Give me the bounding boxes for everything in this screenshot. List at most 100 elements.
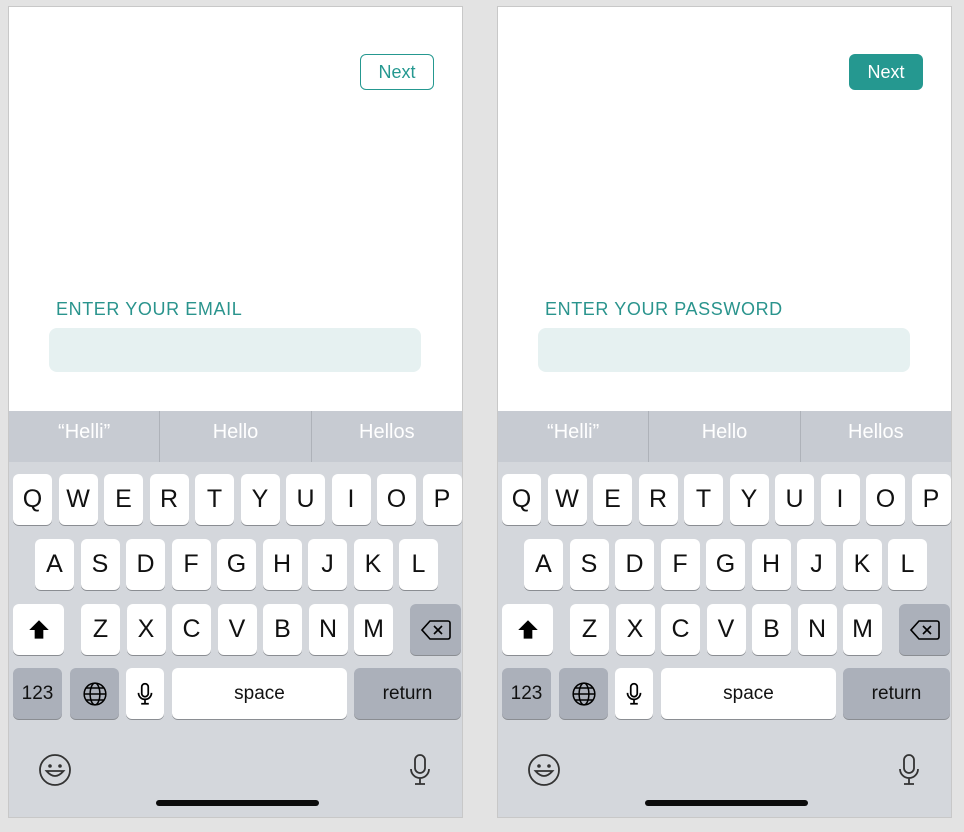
phone-screen-email: Next ENTER YOUR EMAIL “Helli” Hello Hellos Q W… xyxy=(8,6,463,818)
suggestion-item[interactable]: “Helli” xyxy=(9,411,159,462)
key-r[interactable]: R xyxy=(638,474,678,525)
return-key[interactable]: return xyxy=(843,668,950,719)
key-o[interactable]: O xyxy=(377,474,416,525)
microphone-icon xyxy=(132,681,158,707)
key-s[interactable]: S xyxy=(80,539,120,590)
field-label: ENTER YOUR EMAIL xyxy=(56,299,243,319)
key-r[interactable]: R xyxy=(149,474,189,525)
key-g[interactable]: G xyxy=(706,539,745,590)
key-p[interactable]: P xyxy=(911,474,951,525)
field-label: ENTER YOUR PASSWORD xyxy=(545,299,783,319)
globe-key[interactable] xyxy=(70,668,119,719)
key-d[interactable]: D xyxy=(615,539,654,590)
suggestion-item[interactable]: “Helli” xyxy=(498,411,648,462)
key-m[interactable]: M xyxy=(843,604,882,655)
key-t[interactable]: T xyxy=(684,474,723,525)
key-area: Q W E R T Y U I O P A S D F G H J K L Z X C V B N M 123 space return xyxy=(9,462,462,817)
globe-icon xyxy=(82,681,108,707)
shift-icon xyxy=(515,617,541,643)
key-c[interactable]: C xyxy=(661,604,700,655)
key-z[interactable]: Z xyxy=(81,604,120,655)
key-b[interactable]: B xyxy=(752,604,791,655)
next-button[interactable]: Next xyxy=(360,54,434,90)
key-y[interactable]: Y xyxy=(240,474,280,525)
suggestion-bar: “Helli” Hello Hellos xyxy=(9,411,462,462)
key-k[interactable]: K xyxy=(842,539,882,590)
keyboard: “Helli” Hello Hellos Q W E R T Y U I O P A S D F G H J K L Z X C… xyxy=(9,411,462,817)
globe-icon xyxy=(571,681,597,707)
numbers-key[interactable]: 123 xyxy=(502,668,551,719)
key-s[interactable]: S xyxy=(569,539,609,590)
numbers-key[interactable]: 123 xyxy=(13,668,62,719)
key-h[interactable]: H xyxy=(751,539,791,590)
key-x[interactable]: X xyxy=(126,604,166,655)
delete-key[interactable] xyxy=(899,604,950,655)
key-l[interactable]: L xyxy=(399,539,438,590)
return-key[interactable]: return xyxy=(354,668,461,719)
key-j[interactable]: J xyxy=(308,539,347,590)
shift-key[interactable] xyxy=(502,604,553,655)
key-a[interactable]: A xyxy=(524,539,563,590)
key-f[interactable]: F xyxy=(660,539,700,590)
key-w[interactable]: W xyxy=(58,474,98,525)
key-q[interactable]: Q xyxy=(502,474,541,525)
key-a[interactable]: A xyxy=(35,539,74,590)
suggestion-item[interactable]: Hello xyxy=(160,411,310,462)
key-d[interactable]: D xyxy=(126,539,165,590)
key-g[interactable]: G xyxy=(217,539,256,590)
key-b[interactable]: B xyxy=(263,604,302,655)
delete-icon xyxy=(909,617,940,643)
key-z[interactable]: Z xyxy=(570,604,609,655)
key-u[interactable]: U xyxy=(775,474,814,525)
shift-key[interactable] xyxy=(13,604,64,655)
key-y[interactable]: Y xyxy=(729,474,769,525)
key-p[interactable]: P xyxy=(422,474,462,525)
key-j[interactable]: J xyxy=(797,539,836,590)
key-v[interactable]: V xyxy=(706,604,746,655)
emoji-icon[interactable] xyxy=(38,753,72,792)
key-h[interactable]: H xyxy=(262,539,302,590)
dictation-microphone-icon[interactable] xyxy=(408,753,432,792)
microphone-key[interactable] xyxy=(615,668,653,719)
key-n[interactable]: N xyxy=(797,604,837,655)
phone-screen-password: Next ENTER YOUR PASSWORD “Helli” Hello Hello… xyxy=(497,6,952,818)
emoji-icon[interactable] xyxy=(527,753,561,792)
key-x[interactable]: X xyxy=(615,604,655,655)
shift-icon xyxy=(26,617,52,643)
next-button[interactable]: Next xyxy=(849,54,923,90)
keyboard: “Helli” Hello Hellos Q W E R T Y U I O P A S D F G H J K L Z X C… xyxy=(498,411,951,817)
home-indicator xyxy=(645,800,808,806)
key-l[interactable]: L xyxy=(888,539,927,590)
key-area: Q W E R T Y U I O P A S D F G H J K L Z X C V B N M 123 space return xyxy=(498,462,951,817)
key-m[interactable]: M xyxy=(354,604,393,655)
suggestion-item[interactable]: Hellos xyxy=(801,411,951,462)
key-c[interactable]: C xyxy=(172,604,211,655)
password-field[interactable] xyxy=(538,328,910,372)
key-i[interactable]: I xyxy=(820,474,860,525)
key-i[interactable]: I xyxy=(331,474,371,525)
suggestion-item[interactable]: Hellos xyxy=(312,411,462,462)
key-t[interactable]: T xyxy=(195,474,234,525)
dictation-microphone-icon[interactable] xyxy=(897,753,921,792)
space-key[interactable]: space xyxy=(172,668,347,719)
home-indicator xyxy=(156,800,319,806)
delete-icon xyxy=(420,617,451,643)
microphone-key[interactable] xyxy=(126,668,164,719)
key-e[interactable]: E xyxy=(593,474,632,525)
delete-key[interactable] xyxy=(410,604,461,655)
key-w[interactable]: W xyxy=(547,474,587,525)
key-q[interactable]: Q xyxy=(13,474,52,525)
suggestion-bar: “Helli” Hello Hellos xyxy=(498,411,951,462)
key-e[interactable]: E xyxy=(104,474,143,525)
key-o[interactable]: O xyxy=(866,474,905,525)
key-u[interactable]: U xyxy=(286,474,325,525)
key-k[interactable]: K xyxy=(353,539,393,590)
suggestion-item[interactable]: Hello xyxy=(649,411,799,462)
key-v[interactable]: V xyxy=(217,604,257,655)
key-f[interactable]: F xyxy=(171,539,211,590)
key-n[interactable]: N xyxy=(308,604,348,655)
globe-key[interactable] xyxy=(559,668,608,719)
space-key[interactable]: space xyxy=(661,668,836,719)
email-field[interactable] xyxy=(49,328,421,372)
microphone-icon xyxy=(621,681,647,707)
